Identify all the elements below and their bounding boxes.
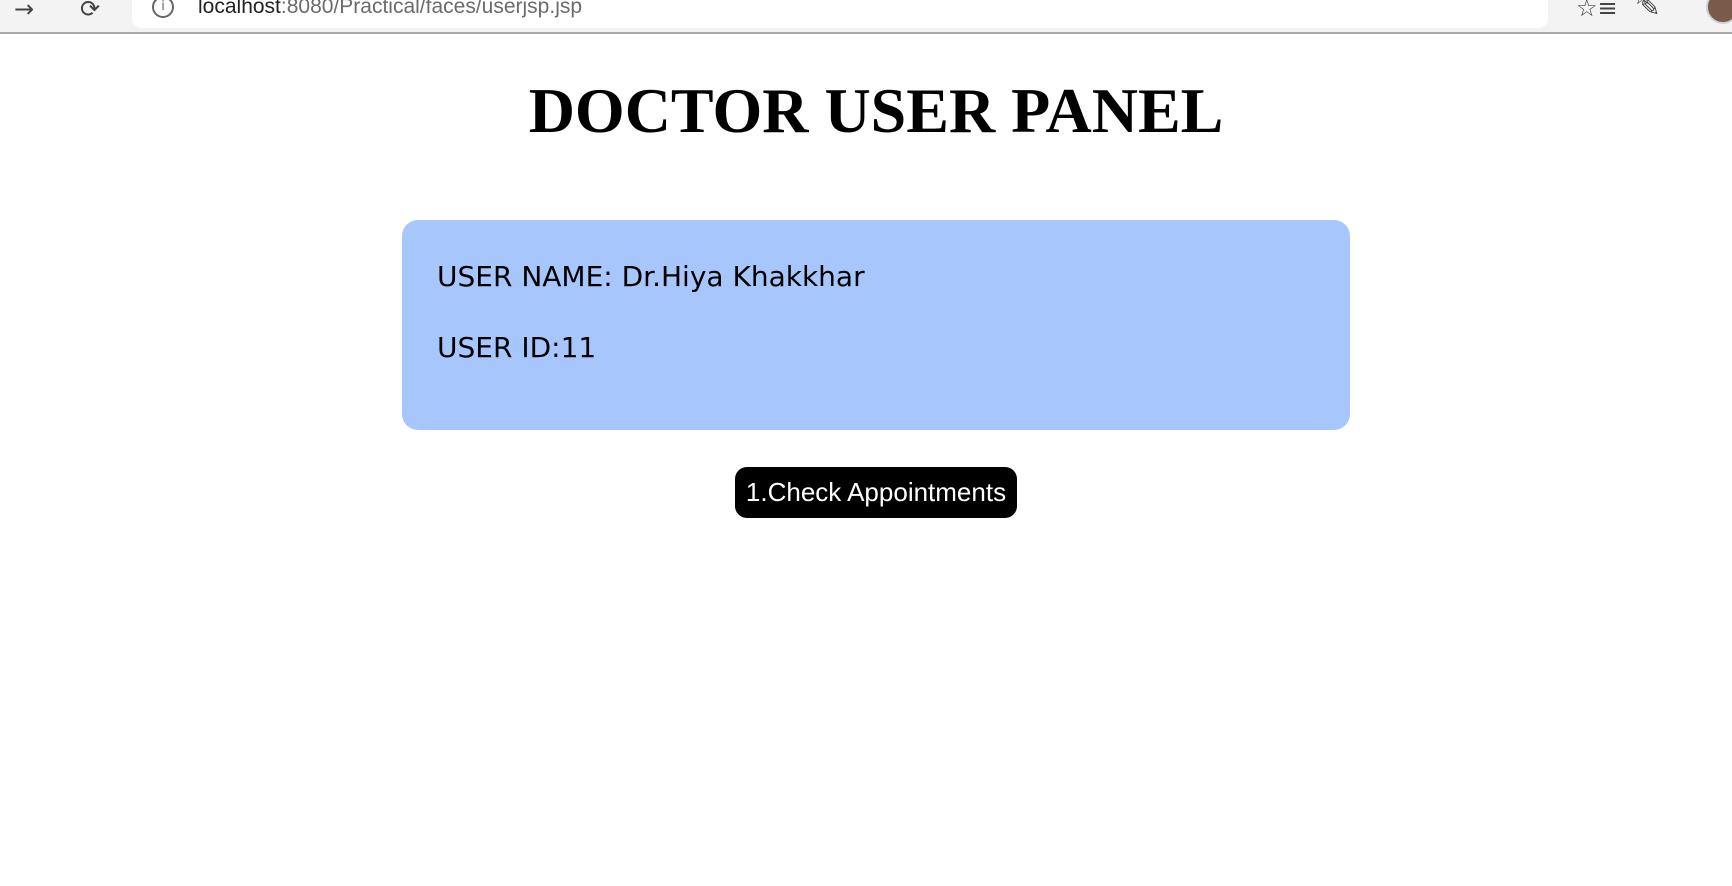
user-info-card: USER NAME: Dr.Hiya Khakkhar USER ID:11: [402, 220, 1350, 430]
info-icon[interactable]: i: [152, 0, 174, 18]
user-id-text: USER ID:11: [437, 331, 597, 364]
user-name-text: USER NAME: Dr.Hiya Khakkhar: [437, 260, 865, 293]
url-path: :8080/Practical/faces/userjsp.jsp: [280, 0, 583, 18]
url-text[interactable]: localhost:8080/Practical/faces/userjsp.j…: [198, 0, 582, 19]
page-title: DOCTOR USER PANEL: [528, 75, 1224, 146]
browser-toolbar: → ⟳ i localhost:8080/Practical/faces/use…: [0, 0, 1732, 34]
avatar[interactable]: [1706, 0, 1732, 24]
check-appointments-button[interactable]: 1.Check Appointments: [735, 467, 1017, 518]
reload-icon[interactable]: ⟳: [72, 0, 108, 24]
url-host: localhost: [198, 0, 281, 18]
edit-note-icon[interactable]: ✎: [1640, 0, 1660, 22]
address-bar[interactable]: i localhost:8080/Practical/faces/userjsp…: [132, 0, 1654, 28]
forward-arrow-icon[interactable]: →: [6, 0, 42, 24]
favorites-list-icon[interactable]: ☆≡: [1576, 0, 1618, 22]
